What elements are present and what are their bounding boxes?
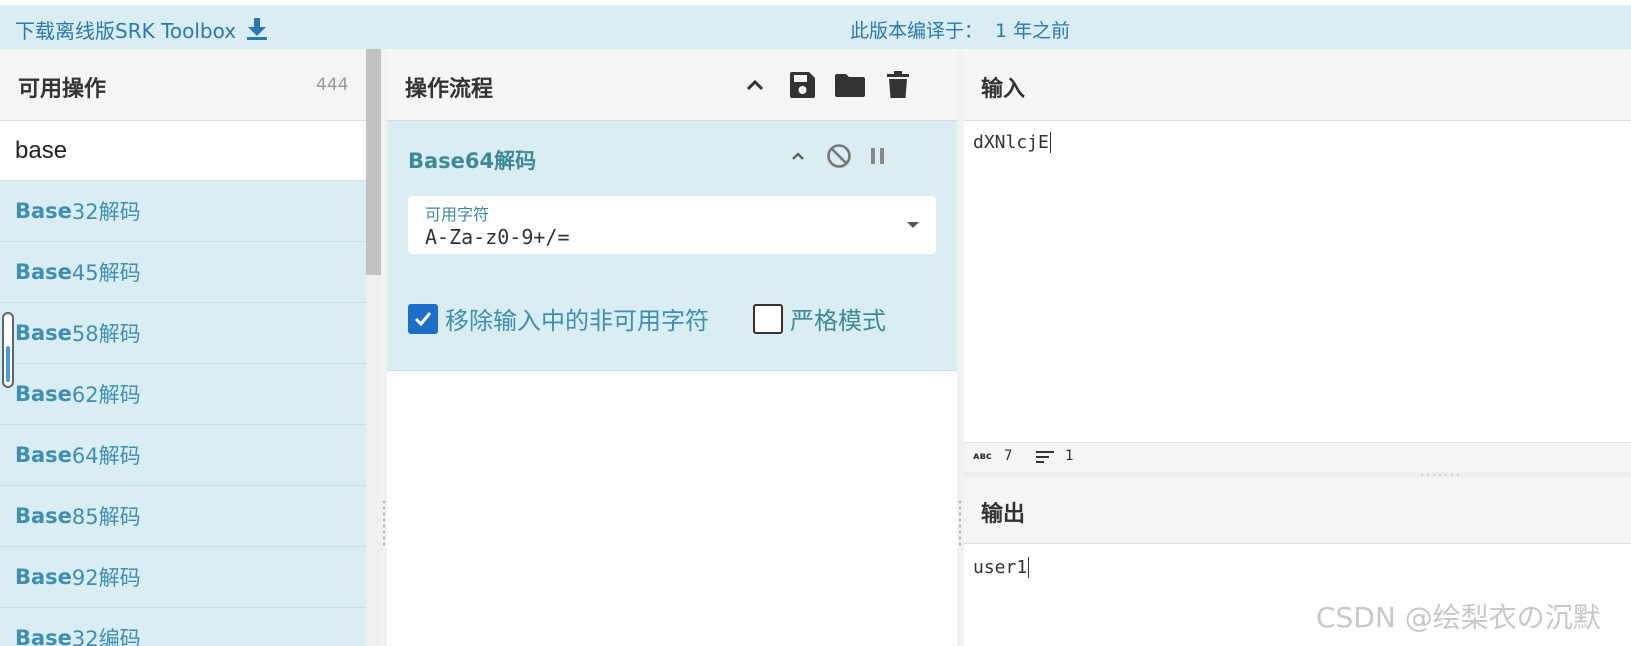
operation-item-match: Base (15, 626, 72, 646)
download-offline-link[interactable]: 下载离线版SRK Toolbox (15, 15, 268, 43)
save-icon (790, 72, 815, 98)
drag-handle[interactable] (2, 312, 14, 388)
io-panel: 输入 dXNlcjE ᴀʙᴄ 7 1 输出 user1 (964, 49, 1631, 646)
folder-icon (835, 74, 865, 97)
input-lines: 1 (1065, 448, 1074, 464)
operation-item-rest: 32解码 (71, 200, 141, 224)
build-value: 1 年之前 (995, 19, 1071, 42)
operation-item-rest: 32编码 (71, 627, 141, 646)
operations-scrollbar[interactable] (366, 49, 381, 646)
disable-operation-button[interactable] (824, 141, 854, 171)
download-link-label: 下载离线版SRK Toolbox (15, 18, 237, 43)
download-icon (247, 18, 268, 40)
strict-mode-checkbox[interactable]: 严格模式 (753, 301, 886, 336)
panel-resizer-right[interactable] (957, 49, 964, 646)
operation-item-rest: 64解码 (71, 444, 141, 468)
output-textarea[interactable]: user1 (973, 557, 1030, 578)
caret-down-icon (907, 222, 919, 228)
output-title: 输出 (981, 502, 1026, 527)
alphabet-label: 可用字符 (425, 205, 490, 224)
operations-search-input[interactable] (0, 121, 367, 181)
recipe-panel: 操作流程 Base64解码 可用字符 A-Za-z0-9+/= 移除输入中的非可… (387, 49, 957, 646)
check-icon (414, 311, 432, 326)
operations-count: 444 (316, 75, 349, 95)
operation-item-rest: 58解码 (71, 322, 141, 346)
operation-list-item[interactable]: Base 62解码 (0, 364, 367, 425)
input-title: 输入 (981, 77, 1026, 102)
operation-list-item[interactable]: Base 32编码 (0, 608, 367, 646)
abc-icon: ᴀʙᴄ (973, 451, 992, 462)
chevron-up-icon (792, 152, 804, 160)
collapse-operation-button[interactable] (783, 141, 813, 171)
operation-list-item[interactable]: Base 64解码 (0, 425, 367, 486)
build-label: 此版本编译于： (850, 19, 984, 42)
operation-card: Base64解码 可用字符 A-Za-z0-9+/= 移除输入中的非可用字符 严… (387, 121, 957, 371)
operation-item-match: Base (15, 565, 72, 589)
strict-mode-label: 严格模式 (790, 307, 886, 335)
watermark: CSDN @绘梨衣の沉默 (1316, 601, 1601, 634)
trash-icon (887, 71, 909, 98)
recipe-header: 操作流程 (387, 49, 957, 121)
lines-icon (1036, 451, 1054, 463)
operation-list-item[interactable]: Base 45解码 (0, 242, 367, 303)
input-status-bar: ᴀʙᴄ 7 1 (964, 442, 1631, 472)
pause-operation-button[interactable] (863, 141, 893, 171)
operation-item-match: Base (15, 199, 72, 223)
top-banner: 下载离线版SRK Toolbox 此版本编译于： 1 年之前 (0, 0, 1631, 49)
load-recipe-button[interactable] (833, 68, 867, 102)
operation-item-match: Base (15, 443, 72, 467)
recipe-title: 操作流程 (405, 77, 494, 102)
input-textarea[interactable]: dXNlcjE (973, 132, 1051, 153)
operation-item-rest: 62解码 (71, 383, 141, 407)
alphabet-select[interactable]: 可用字符 A-Za-z0-9+/= (408, 196, 936, 254)
save-recipe-button[interactable] (785, 68, 819, 102)
operation-list-item[interactable]: Base 85解码 (0, 486, 367, 547)
operation-item-rest: 92解码 (71, 566, 141, 590)
operations-scroll-thumb[interactable] (366, 49, 381, 275)
operation-list-item[interactable]: Base 58解码 (0, 303, 367, 364)
operation-item-match: Base (15, 382, 72, 406)
resizer-grip (382, 499, 386, 547)
operations-list: Base 32解码 Base 45解码 Base 58解码 Base 62解码 Base 64解码… (0, 181, 367, 646)
input-header: 输入 (964, 49, 1631, 121)
collapse-recipe-button[interactable] (738, 68, 772, 102)
operation-item-match: Base (15, 260, 72, 284)
pause-icon (871, 148, 884, 164)
remove-nonalphabet-label: 移除输入中的非可用字符 (445, 307, 709, 335)
operation-item-match: Base (15, 321, 72, 345)
resizer-grip (1419, 473, 1463, 477)
operation-list-item[interactable]: Base 32解码 (0, 181, 367, 242)
operations-panel: 可用操作 444 Base32解码Base45解码Base58解码Base62解… (0, 49, 367, 646)
operations-header: 可用操作 444 (0, 49, 367, 121)
input-length: 7 (1004, 448, 1013, 464)
checkbox-checked[interactable] (408, 303, 438, 334)
alphabet-value: A-Za-z0-9+/= (425, 225, 570, 249)
operation-item-rest: 85解码 (71, 505, 141, 529)
operation-item-rest: 45解码 (71, 261, 141, 285)
operation-name: Base64解码 (408, 149, 537, 173)
checkbox-unchecked[interactable] (753, 303, 783, 334)
operation-list-item[interactable]: Base 92解码 (0, 547, 367, 608)
chevron-up-icon (746, 79, 764, 91)
disable-icon (827, 144, 851, 168)
build-info: 此版本编译于： 1 年之前 (850, 15, 1070, 43)
clear-recipe-button[interactable] (881, 68, 915, 102)
remove-nonalphabet-checkbox[interactable]: 移除输入中的非可用字符 (408, 301, 709, 336)
resizer-grip (958, 499, 962, 547)
operations-title: 可用操作 (18, 77, 107, 102)
operation-item-match: Base (15, 504, 72, 528)
output-header: 输出 (964, 478, 1631, 544)
